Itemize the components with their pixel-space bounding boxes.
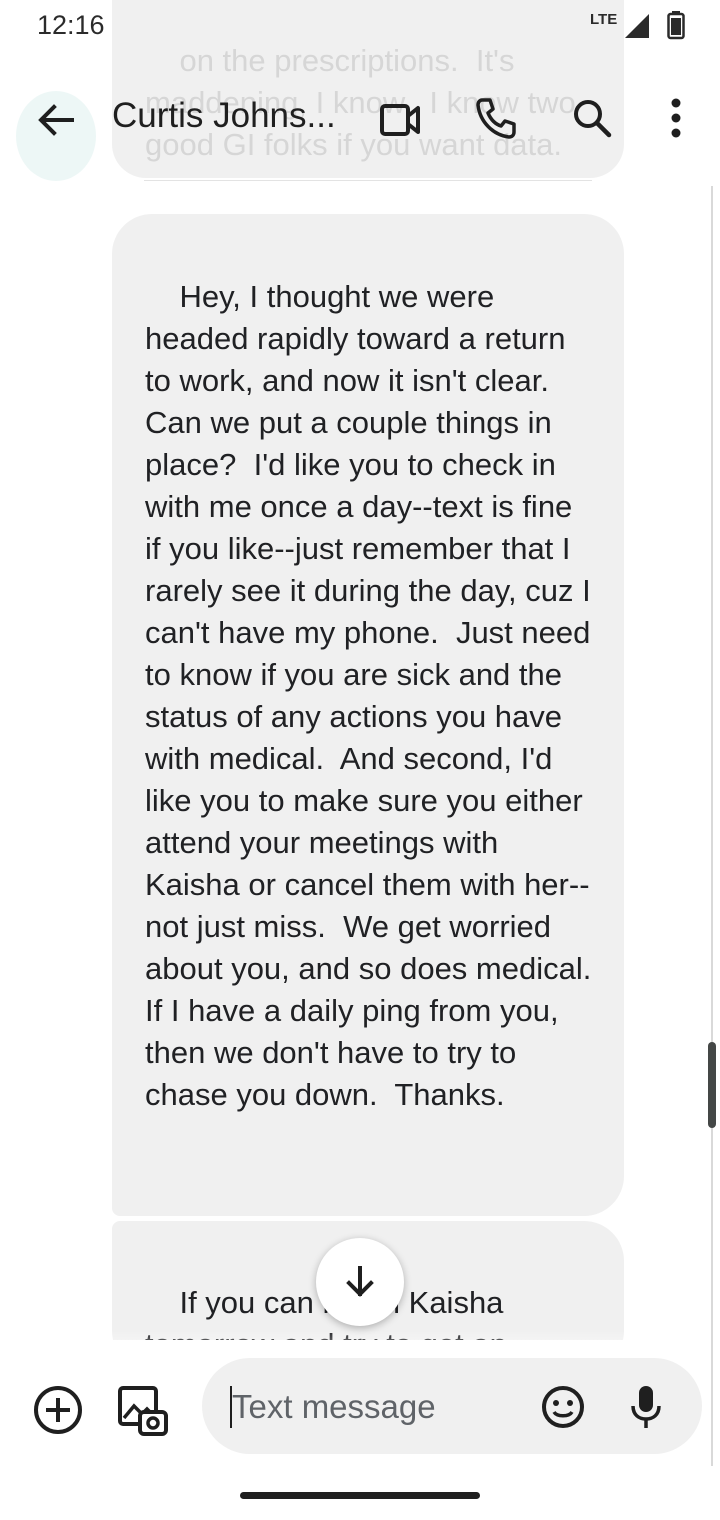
- add-circle-icon[interactable]: [32, 1384, 84, 1436]
- more-vertical-icon[interactable]: [656, 94, 696, 142]
- scrollbar-thumb[interactable]: [708, 1042, 716, 1128]
- navigation-handle[interactable]: [240, 1492, 480, 1499]
- message-text: Hey, I thought we were headed rapidly to…: [145, 279, 609, 1112]
- scrollbar-track[interactable]: [711, 186, 713, 1466]
- phone-icon[interactable]: [472, 94, 520, 142]
- back-arrow-icon[interactable]: [32, 96, 80, 144]
- arrow-down-icon: [346, 1266, 374, 1297]
- emoji-icon[interactable]: [540, 1384, 586, 1430]
- gallery-icon[interactable]: [116, 1384, 168, 1436]
- conversation-fade: [0, 1330, 720, 1340]
- video-call-icon[interactable]: [376, 96, 424, 144]
- compose-bar: [0, 1350, 720, 1470]
- text-message-field[interactable]: [202, 1358, 702, 1454]
- contact-name[interactable]: Curtis Johns...: [112, 96, 336, 136]
- network-type: LTE: [590, 11, 618, 28]
- message-bubble[interactable]: Hey, I thought we were headed rapidly to…: [112, 214, 624, 1216]
- signal-icon: [625, 14, 649, 38]
- top-app-bar: Curtis Johns...: [0, 70, 720, 166]
- search-icon[interactable]: [568, 94, 616, 142]
- status-time: 12:16: [37, 10, 105, 40]
- microphone-icon[interactable]: [626, 1384, 666, 1430]
- message-divider: [144, 180, 592, 181]
- battery-icon: [667, 11, 685, 40]
- conversation-view[interactable]: on the prescriptions. It's maddening, I …: [0, 0, 720, 1340]
- scroll-to-bottom-button[interactable]: [316, 1238, 404, 1326]
- status-bar: 12:16 LTE: [0, 0, 720, 52]
- message-input[interactable]: [232, 1388, 532, 1426]
